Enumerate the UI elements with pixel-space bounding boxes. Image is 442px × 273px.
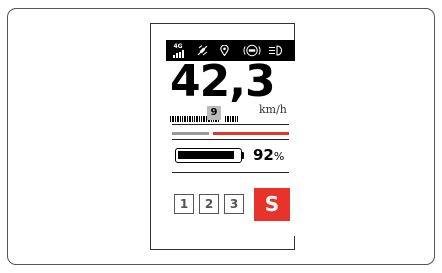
mode-2-button[interactable]: 2 bbox=[199, 194, 219, 214]
speed-readout: 42,3 bbox=[170, 56, 276, 107]
divider-middle bbox=[172, 139, 289, 140]
battery-icon bbox=[175, 148, 242, 163]
mode-3-button[interactable]: 3 bbox=[224, 194, 244, 214]
gear-indicator: 9 bbox=[207, 106, 221, 120]
divider-bottom bbox=[172, 172, 289, 173]
speed-unit: km/h bbox=[259, 103, 287, 116]
battery-percent-value: 92 bbox=[253, 146, 274, 164]
divider-top bbox=[172, 124, 289, 125]
display-screen: 4G 42,3 9 km/h 92% 1 2 3 S bbox=[166, 40, 295, 236]
level-bar-active bbox=[213, 132, 289, 135]
mode-1-button[interactable]: 1 bbox=[174, 194, 194, 214]
level-bar-muted bbox=[172, 132, 209, 135]
battery-fill bbox=[178, 151, 234, 159]
battery-cap bbox=[242, 152, 244, 159]
battery-percent-sign: % bbox=[273, 150, 285, 163]
battery-percent: 92% bbox=[253, 146, 284, 164]
speed-scale-right bbox=[225, 116, 239, 122]
sport-mode-button[interactable]: S bbox=[254, 188, 290, 221]
